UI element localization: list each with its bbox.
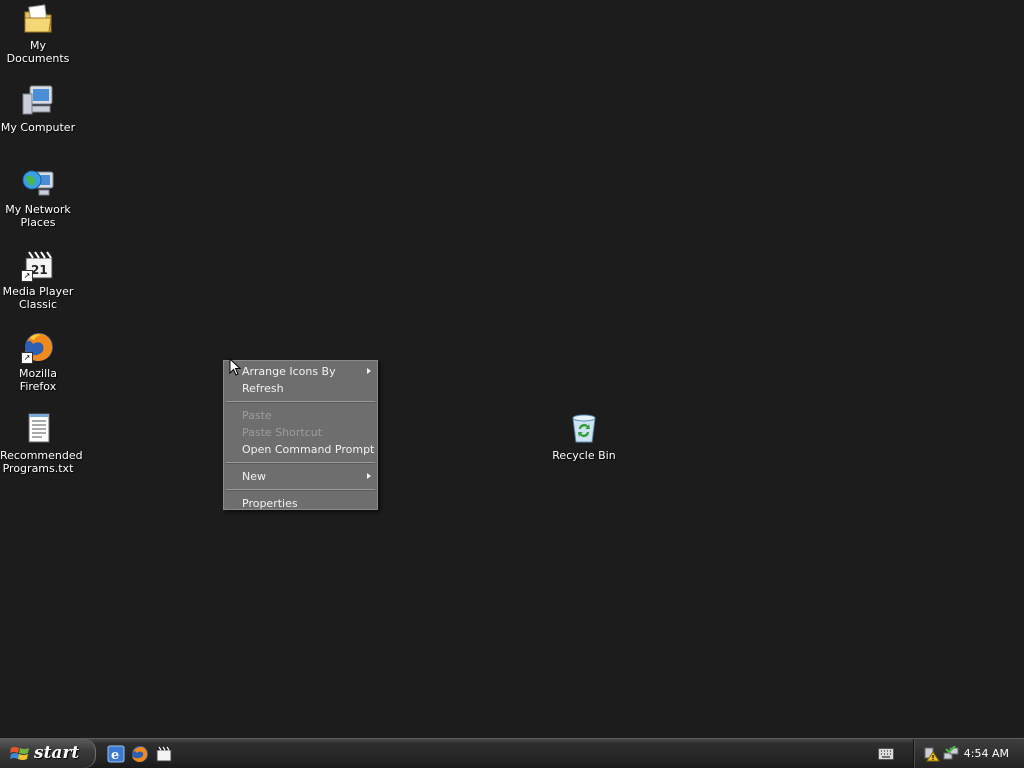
menu-item-arrange-icons-by[interactable]: Arrange Icons By xyxy=(224,363,377,380)
desktop-icon-recommended-programs[interactable]: Recommended Programs.txt xyxy=(0,412,83,475)
menu-item-label: Open Command Prompt xyxy=(242,443,375,456)
shortcut-arrow-icon: ↗ xyxy=(21,352,33,364)
desktop-icon-label: Recycle Bin xyxy=(552,449,616,462)
shortcut-arrow-icon: ↗ xyxy=(21,270,33,282)
quicklaunch-media-player-classic-icon[interactable] xyxy=(155,745,173,763)
submenu-arrow-icon xyxy=(367,368,371,374)
taskbar: start e 4:54 AM xyxy=(0,738,1024,768)
menu-item-label: Paste Shortcut xyxy=(242,426,323,439)
menu-separator xyxy=(226,489,375,491)
svg-text:21: 21 xyxy=(31,263,48,277)
menu-item-paste-shortcut: Paste Shortcut xyxy=(224,424,377,441)
menu-separator xyxy=(226,401,375,403)
desktop-icon-label: Mozilla Firefox xyxy=(19,367,57,393)
security-warning-icon[interactable] xyxy=(924,746,940,765)
system-tray: 4:54 AM xyxy=(913,739,1024,768)
menu-item-paste: Paste xyxy=(224,407,377,424)
menu-item-label: Refresh xyxy=(242,382,284,395)
text-file-icon xyxy=(21,412,55,446)
quicklaunch-internet-explorer-icon[interactable]: e xyxy=(107,745,125,763)
quicklaunch-firefox-icon[interactable] xyxy=(131,745,149,763)
desktop-icon-network-places[interactable]: My Network Places xyxy=(0,166,76,229)
my-documents-icon xyxy=(21,2,55,36)
recycle-bin-icon xyxy=(567,412,601,446)
mouse-pointer-icon xyxy=(229,357,242,380)
menu-item-properties[interactable]: Properties xyxy=(224,495,377,512)
menu-item-new[interactable]: New xyxy=(224,468,377,485)
keyboard-icon[interactable] xyxy=(878,748,894,763)
desktop-icon-label: Media Player Classic xyxy=(2,285,74,311)
desktop-icon-label: My Computer xyxy=(0,121,76,134)
network-places-icon xyxy=(21,166,55,200)
my-computer-icon xyxy=(21,84,55,118)
desktop-icon-label: My Documents xyxy=(6,39,70,65)
desktop-icon-label: Recommended Programs.txt xyxy=(0,449,83,475)
desktop-icon-my-computer[interactable]: My Computer xyxy=(0,84,76,134)
network-icon[interactable] xyxy=(943,745,959,765)
menu-item-label: Properties xyxy=(242,497,298,510)
desktop-icon-label: My Network Places xyxy=(5,203,71,229)
start-label: start xyxy=(34,743,80,763)
desktop-icon-my-documents[interactable]: My Documents xyxy=(0,2,76,65)
media-player-classic-icon: 21 ↗ xyxy=(21,248,55,282)
menu-item-refresh[interactable]: Refresh xyxy=(224,380,377,397)
start-button[interactable]: start xyxy=(0,739,96,768)
menu-item-label: New xyxy=(242,470,266,483)
svg-text:e: e xyxy=(111,748,119,763)
menu-separator xyxy=(226,462,375,464)
clock[interactable]: 4:54 AM xyxy=(964,747,1009,760)
desktop-icon-media-player-classic[interactable]: 21 ↗ Media Player Classic xyxy=(0,248,76,311)
desktop-icon-recycle-bin[interactable]: Recycle Bin xyxy=(546,412,622,462)
desktop-context-menu: Arrange Icons By Refresh Paste Paste Sho… xyxy=(223,360,378,510)
firefox-icon: ↗ xyxy=(21,330,55,364)
desktop-icon-firefox[interactable]: ↗ Mozilla Firefox xyxy=(0,330,76,393)
windows-logo-icon xyxy=(10,745,30,766)
menu-item-open-command-prompt[interactable]: Open Command Prompt xyxy=(224,441,377,458)
desktop[interactable]: My Documents My Computer My Network Plac… xyxy=(0,0,1024,738)
menu-item-label: Paste xyxy=(242,409,272,422)
submenu-arrow-icon xyxy=(367,473,371,479)
menu-item-label: Arrange Icons By xyxy=(242,365,336,378)
